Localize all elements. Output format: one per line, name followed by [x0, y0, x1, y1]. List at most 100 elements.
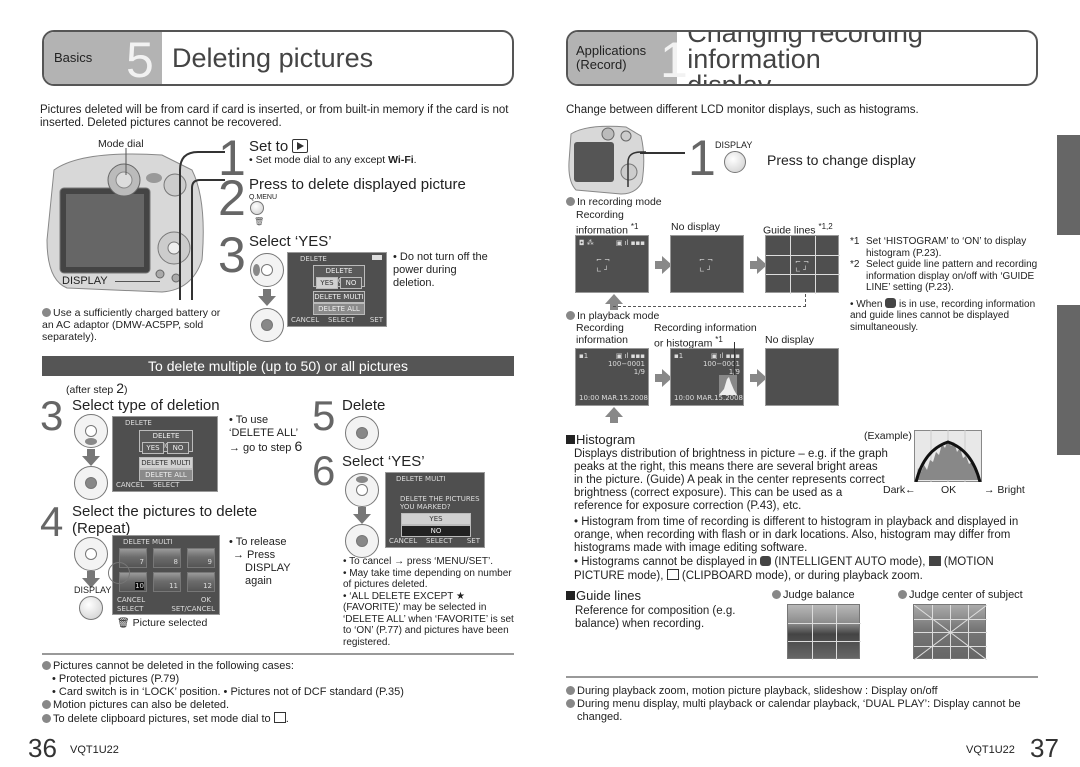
qmenu-label: Q.MENU [249, 194, 277, 201]
section-tab: Applications (Record) 1 [568, 32, 688, 84]
lcd-delete-single: DELETE DELETE SINGLE YES NO DELETE MULTI… [287, 252, 387, 327]
step-3-title: Select ‘YES’ [249, 233, 332, 250]
right-page-header: Applications (Record) 1 Changing recordi… [566, 30, 1038, 86]
dpad-up-pressed[interactable] [345, 473, 379, 507]
bullet-icon [898, 590, 907, 599]
bullet-icon [42, 700, 51, 709]
down-arrow-icon [82, 449, 100, 466]
left-model-code: VQT1U22 [70, 744, 119, 756]
lcd-guide-lines: ⌐ ¬ ∟ ┘ [765, 235, 840, 294]
display-button[interactable] [79, 596, 103, 620]
lcd-delete-all[interactable]: DELETE ALL [313, 303, 365, 315]
recording-mode-label: In recording mode [566, 196, 662, 208]
multi-step-6-title: Select ‘YES’ [342, 453, 425, 470]
picture-selected-note: 🗑 Picture selected [117, 617, 208, 629]
left-page-header: Basics 5 Deleting pictures [42, 30, 514, 86]
dpad-center-pressed[interactable] [345, 524, 379, 558]
right-divider [566, 676, 1038, 678]
display-button-label: DISPLAY [62, 275, 108, 287]
multi-step-4-number: 4 [40, 498, 64, 545]
display-button-label: DISPLAY [715, 140, 753, 150]
square-bullet-icon [566, 435, 575, 444]
guide-lines-heading: Guide lines [566, 588, 641, 603]
multi-step-5-title: Delete [342, 397, 386, 414]
bullet-icon [772, 590, 781, 599]
after-step-text: (after step 2) [66, 380, 128, 396]
loop-dashed-line [805, 294, 806, 307]
intelligent-auto-icon [885, 297, 897, 308]
histogram-axis-ok: OK [941, 484, 957, 496]
leader-line [640, 152, 685, 154]
display-label: DISPLAY [74, 585, 112, 595]
dpad[interactable] [74, 537, 108, 571]
multi-step-3-title: Select type of deletion [72, 397, 220, 414]
left-footer-notes: Pictures cannot be deleted in the follow… [42, 660, 517, 726]
multi-step-5-number: 5 [312, 392, 336, 439]
side-index-tab [1057, 305, 1080, 455]
guide-lines-description: Reference for composition (e.g. balance)… [575, 605, 736, 630]
section-tab: Basics 5 [44, 32, 162, 84]
lcd-pb-no-display [765, 348, 839, 406]
thumb-12[interactable]: 12 [187, 572, 215, 592]
clipboard-icon [273, 712, 286, 723]
thumb-11[interactable]: 11 [153, 572, 181, 592]
dpad-left-pressed[interactable] [250, 253, 284, 287]
pb-screen-3-label: No display [765, 334, 815, 346]
multi-step-4-title: Select the pictures to delete (Repeat) [72, 503, 258, 537]
bullet-icon [42, 714, 51, 723]
bullet-icon [42, 308, 51, 317]
page-title: Deleting pictures [172, 43, 374, 73]
right-page-number: 37 [1030, 733, 1059, 763]
step-2-number: 2 [218, 170, 246, 226]
square-bullet-icon [566, 591, 575, 600]
battery-note: Use a sufficiently charged battery or an… [42, 307, 221, 343]
histogram-description: Displays distribution of brightness in p… [574, 448, 888, 512]
up-arrow-icon [605, 294, 623, 310]
right-footer-notes: During playback zoom, motion picture pla… [566, 685, 1041, 724]
left-page-number: 36 [28, 733, 57, 763]
right-step-1-title: Press to change display [767, 152, 916, 168]
camera-small-illustration [568, 125, 646, 195]
play-icon [292, 139, 309, 153]
step-3-number: 3 [218, 227, 246, 283]
pb-screen-1-label: Recording information [576, 322, 628, 346]
display-button[interactable] [724, 151, 746, 173]
selection-circle [108, 562, 130, 584]
lcd-delete-multi[interactable]: DELETE MULTI [313, 291, 365, 303]
histogram-leader-line [734, 342, 735, 375]
mode-dial-label: Mode dial [98, 138, 144, 150]
histogram-bullet-1: • Histogram from time of recording is di… [574, 516, 1019, 554]
lcd-rec-info: ◘ ⁂ ▣ ıl ▪▪▪ ⌐ ¬ ∟ ┘ [575, 235, 649, 293]
intro-text: Pictures deleted will be from card if ca… [40, 104, 509, 129]
lcd-no[interactable]: NO [340, 277, 362, 289]
dpad-down-pressed[interactable] [74, 414, 108, 448]
down-arrow-icon [258, 289, 276, 306]
right-intro-text: Change between different LCD monitor dis… [566, 104, 919, 116]
right-step-1-number: 1 [688, 130, 716, 186]
lcd-confirm-yes[interactable]: YES [401, 513, 471, 525]
dpad-center-pressed[interactable] [74, 466, 108, 500]
dpad-center-pressed[interactable] [250, 308, 284, 342]
section-category: Basics [54, 50, 93, 65]
up-arrow-icon [605, 407, 623, 423]
multi-step-3-note: • To use ‘DELETE ALL’ → go to step 6 [229, 414, 303, 454]
guide-example-1-label: Judge balance [772, 589, 855, 601]
trash-icon: 🗑 [254, 217, 265, 226]
qmenu-button[interactable] [250, 201, 264, 215]
histogram-heading: Histogram [566, 432, 635, 447]
guide-center-photo [913, 604, 987, 660]
thumb-8[interactable]: 8 [153, 548, 181, 568]
dpad-center-pressed[interactable] [345, 416, 379, 450]
lcd-pb-rec-info: ▪1 ▣ ıl ▪▪▪ 100−0001 1/9 10:00 MAR.15.20… [575, 348, 649, 406]
multi-delete-section-bar: To delete multiple (up to 50) or all pic… [42, 356, 514, 376]
left-divider [42, 653, 514, 655]
page-title: Changing recording information display [687, 30, 923, 86]
lcd-confirm-no[interactable]: NO [401, 525, 471, 537]
side-index-tab [1057, 135, 1080, 235]
lcd-yes[interactable]: YES [316, 277, 338, 289]
section-category-line1: Applications [576, 43, 647, 58]
step-2-title: Press to delete displayed picture [249, 176, 466, 193]
thumb-9[interactable]: 9 [187, 548, 215, 568]
section-number: 5 [126, 32, 154, 86]
multi-step-4-note: • To release → Press DISPLAY again [229, 536, 291, 587]
